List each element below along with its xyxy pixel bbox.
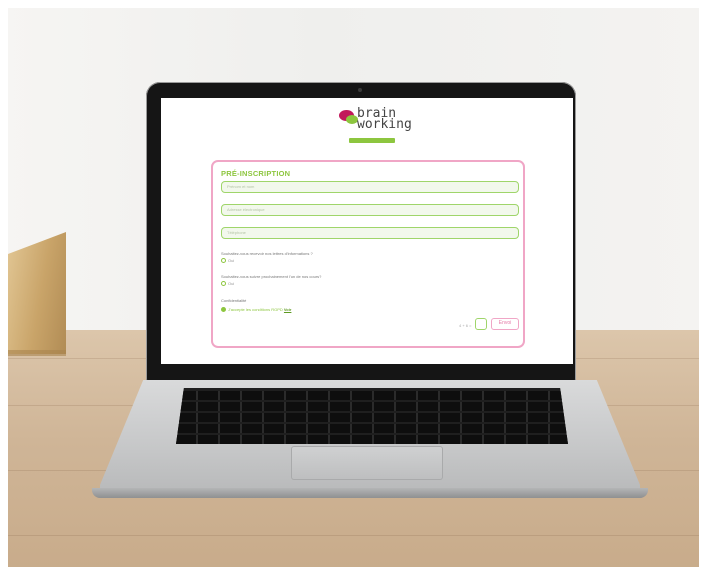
photo-white-border [0, 0, 707, 575]
photo-scene: brain working PRÉ-INSCRIPTION Prénom et … [0, 0, 707, 575]
